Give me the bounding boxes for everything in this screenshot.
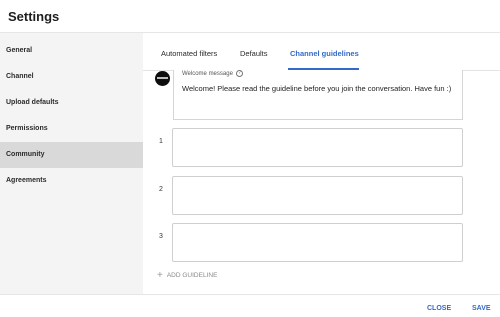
close-button[interactable]: CLOSE	[427, 305, 451, 312]
sidebar: General Channel Upload defaults Permissi…	[0, 32, 143, 294]
welcome-message-field[interactable]: Welcome message? Welcome! Please read th…	[173, 70, 463, 120]
guideline-number: 1	[159, 138, 163, 145]
tab-channel-guidelines[interactable]: Channel guidelines	[290, 49, 359, 58]
guideline-3-input[interactable]	[172, 223, 463, 262]
guideline-number: 2	[159, 186, 163, 193]
help-icon[interactable]: ?	[235, 70, 243, 77]
plus-icon: +	[157, 270, 163, 281]
guideline-2-input[interactable]	[172, 176, 463, 215]
sidebar-item-upload-defaults[interactable]: Upload defaults	[0, 90, 143, 116]
sidebar-item-agreements[interactable]: Agreements	[0, 168, 143, 194]
tab-defaults[interactable]: Defaults	[240, 49, 268, 58]
dialog-footer: CLOSE SAVE	[0, 294, 500, 317]
guideline-1-input[interactable]	[172, 128, 463, 167]
sidebar-item-general[interactable]: General	[0, 38, 143, 64]
page-title: Settings	[8, 9, 60, 24]
main-content: Automated filters Defaults Channel guide…	[143, 32, 500, 294]
tab-bar: Automated filters Defaults Channel guide…	[143, 33, 500, 71]
welcome-message-label: Welcome message	[182, 71, 233, 78]
add-guideline-label: ADD GUIDELINE	[166, 272, 218, 279]
sidebar-item-community[interactable]: Community	[0, 142, 143, 168]
save-button[interactable]: SAVE	[472, 305, 491, 312]
guideline-number: 3	[159, 233, 163, 240]
channel-avatar	[155, 71, 170, 86]
welcome-message-text: Welcome! Please read the guideline befor…	[182, 84, 452, 93]
sidebar-item-permissions[interactable]: Permissions	[0, 116, 143, 142]
sidebar-item-channel[interactable]: Channel	[0, 64, 143, 90]
settings-header: Settings	[0, 0, 500, 32]
add-guideline-button[interactable]: + ADD GUIDELINE	[157, 270, 217, 281]
tab-automated-filters[interactable]: Automated filters	[161, 49, 217, 58]
